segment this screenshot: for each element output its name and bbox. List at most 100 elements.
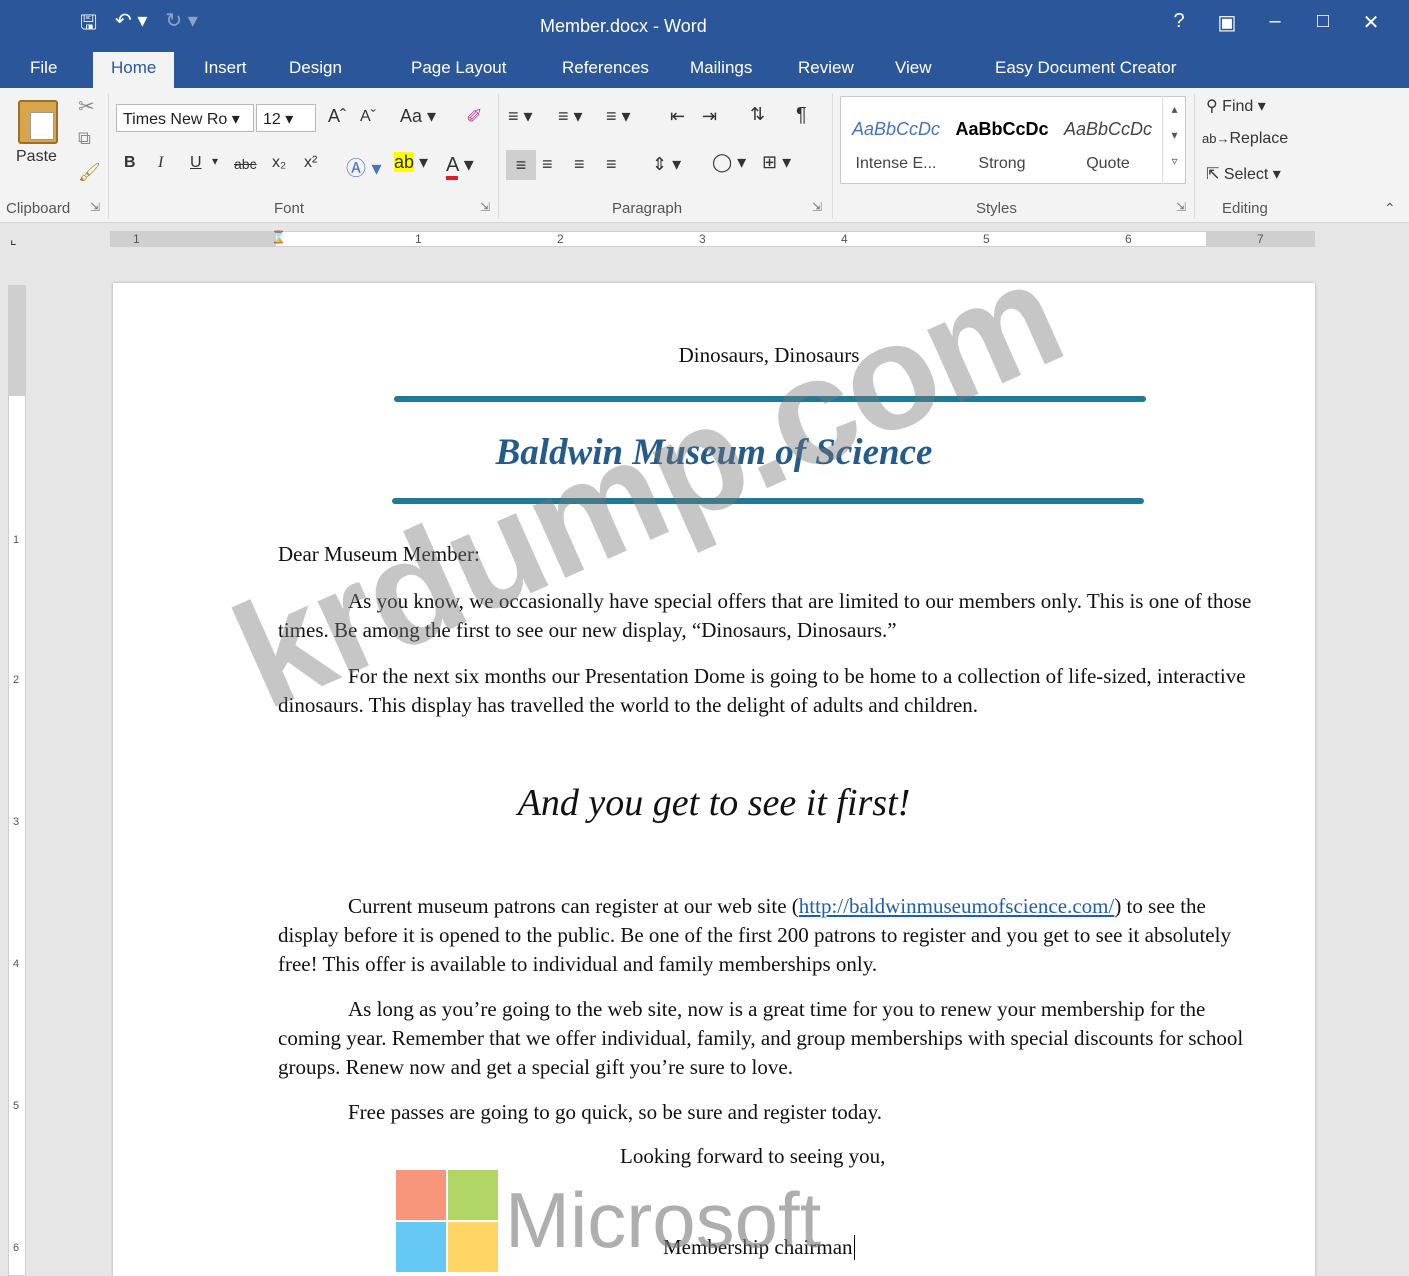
find-button[interactable]: ⚲ Find ▾ [1206, 96, 1266, 116]
numbering-icon[interactable]: ≡ ▾ [558, 106, 583, 127]
horizontal-ruler[interactable]: 1 1 2 3 4 5 6 7 ⌛ [110, 230, 1315, 247]
tagline: And you get to see it first! [517, 782, 911, 824]
bullets-icon[interactable]: ≡ ▾ [508, 106, 533, 127]
align-right-icon[interactable]: ≡ [574, 154, 585, 175]
bold-button[interactable]: B [124, 154, 136, 172]
styles-group-label: Styles [976, 200, 1017, 217]
increase-indent-icon[interactable]: ⇥ [702, 106, 717, 127]
text-effects-icon[interactable]: Ⓐ ▾ [346, 152, 382, 181]
styles-launcher-icon[interactable]: ⇲ [1176, 200, 1186, 214]
shading-icon[interactable]: ◯ ▾ [712, 152, 746, 173]
website-link[interactable]: http://baldwinmuseumofscience.com/ [799, 894, 1115, 918]
close-icon[interactable]: ✕ [1347, 10, 1395, 35]
help-icon[interactable]: ? [1155, 10, 1203, 35]
select-button[interactable]: ⇱ Select ▾ [1206, 164, 1281, 184]
ruler-number: 7 [1257, 232, 1264, 246]
superscript-button[interactable]: x² [304, 154, 317, 172]
logo-blue-square [396, 1222, 446, 1272]
show-formatting-icon[interactable]: ¶ [796, 104, 807, 127]
line-spacing-icon[interactable]: ⇕ ▾ [652, 154, 681, 175]
tab-references[interactable]: References [562, 58, 649, 78]
subscript-button[interactable]: x₂ [272, 154, 286, 172]
more-styles-icon[interactable]: ▿ [1163, 154, 1186, 168]
cut-icon[interactable]: ✂ [78, 94, 95, 119]
style-strong[interactable]: AaBbCcDc Strong [949, 97, 1055, 183]
scroll-up-icon[interactable]: ▴ [1163, 102, 1186, 116]
decrease-indent-icon[interactable]: ⇤ [670, 106, 685, 127]
separator [498, 94, 499, 218]
word-window: 🖫 ↶ ▾ ↻ ▾ Member.docx - Word ? ▣ – □ ✕ F… [0, 0, 1409, 1276]
align-left-icon[interactable]: ≡ [506, 150, 536, 180]
redo-icon[interactable]: ↻ ▾ [165, 8, 197, 42]
strikethrough-button[interactable]: abc [234, 156, 257, 172]
paragraph-group-label: Paragraph [612, 200, 683, 217]
tab-review[interactable]: Review [798, 58, 854, 78]
style-quote[interactable]: AaBbCcDc Quote [1055, 97, 1161, 183]
styles-scroll[interactable]: ▴ ▾ ▿ [1162, 96, 1186, 184]
clipboard-group-label: Clipboard [6, 200, 71, 217]
replace-label: Replace [1229, 130, 1289, 147]
clipboard-launcher-icon[interactable]: ⇲ [90, 200, 100, 214]
ribbon-display-icon[interactable]: ▣ [1203, 10, 1251, 35]
indent-marker-icon[interactable]: ⌛ [271, 230, 286, 244]
horizontal-ruler-row: ⌞ 1 1 2 3 4 5 6 7 ⌛ [0, 223, 1409, 255]
font-name-combo[interactable]: Times New Ro ▾ [116, 104, 254, 132]
tab-file[interactable]: File [30, 58, 57, 78]
tab-mailings[interactable]: Mailings [690, 58, 752, 78]
paste-button[interactable]: Paste [16, 148, 57, 166]
maximize-icon[interactable]: □ [1299, 10, 1347, 35]
align-center-icon[interactable]: ≡ [542, 154, 553, 175]
borders-icon[interactable]: ⊞ ▾ [762, 152, 791, 173]
save-icon[interactable]: 🖫 [80, 8, 97, 42]
collapse-ribbon-icon[interactable]: ⌃ [1384, 200, 1396, 217]
vruler-number: 2 [13, 674, 20, 686]
paste-icon[interactable] [18, 100, 58, 144]
replace-button[interactable]: ab→Replace [1202, 130, 1288, 148]
ribbon-tabs: File Home Insert Design Page Layout Refe… [0, 50, 1409, 88]
replace-icon: ab→ [1202, 131, 1230, 146]
font-color-icon[interactable]: A ▾ [446, 152, 474, 180]
shrink-font-icon[interactable]: Aˇ [360, 108, 376, 126]
tab-home[interactable]: Home [93, 52, 175, 88]
paragraph-5: Free passes are going to go quick, so be… [348, 1100, 882, 1124]
change-case-label: Aa [400, 106, 423, 126]
change-case-button[interactable]: Aa ▾ [400, 106, 436, 127]
scroll-down-icon[interactable]: ▾ [1163, 128, 1186, 142]
tab-insert[interactable]: Insert [204, 58, 247, 78]
underline-button[interactable]: U [190, 154, 202, 172]
highlight-icon[interactable]: ab ▾ [394, 152, 428, 173]
ruler-number: 1 [415, 232, 422, 246]
tab-view[interactable]: View [895, 58, 932, 78]
copy-icon[interactable]: ⧉ [78, 128, 91, 149]
sort-icon[interactable]: ⇅ [750, 104, 765, 125]
style-intense-emphasis[interactable]: AaBbCcDc Intense E... [843, 97, 949, 183]
ribbon-home: Paste ✂ ⧉ 🖌 Clipboard ⇲ Times New Ro ▾ 1… [0, 88, 1409, 223]
vruler-number: 1 [13, 534, 20, 546]
tab-selector-icon[interactable]: ⌞ [10, 231, 17, 248]
ruler-number: 6 [1125, 232, 1132, 246]
ruler-number: 4 [841, 232, 848, 246]
underline-dropdown-icon[interactable]: ▾ [212, 154, 218, 168]
vertical-ruler[interactable]: 1 2 3 4 5 6 [8, 285, 26, 1276]
editing-group-label: Editing [1222, 200, 1268, 217]
justify-icon[interactable]: ≡ [606, 154, 617, 175]
font-launcher-icon[interactable]: ⇲ [480, 200, 490, 214]
format-painter-icon[interactable]: 🖌 [78, 162, 101, 183]
tab-design[interactable]: Design [289, 58, 342, 78]
italic-button[interactable]: I [158, 154, 163, 172]
clear-formatting-icon[interactable]: ✐ [466, 104, 483, 129]
tab-page-layout[interactable]: Page Layout [411, 58, 506, 78]
undo-icon[interactable]: ↶ ▾ [115, 8, 147, 42]
minimize-icon[interactable]: – [1251, 10, 1299, 35]
style-sample: AaBbCcDc [851, 119, 941, 139]
font-size-combo[interactable]: 12 ▾ [256, 104, 316, 132]
paragraph-launcher-icon[interactable]: ⇲ [812, 200, 822, 214]
grow-font-icon[interactable]: Aˆ [328, 106, 346, 127]
logo-yellow-square [448, 1222, 498, 1272]
watermark-brand: Microsoft [505, 1176, 822, 1264]
paragraph-4: As long as you’re going to the web site,… [278, 997, 1244, 1079]
vruler-number: 3 [13, 816, 20, 828]
separator [832, 94, 833, 218]
tab-easy-document-creator[interactable]: Easy Document Creator [995, 58, 1176, 78]
multilevel-list-icon[interactable]: ≡ ▾ [606, 106, 631, 127]
